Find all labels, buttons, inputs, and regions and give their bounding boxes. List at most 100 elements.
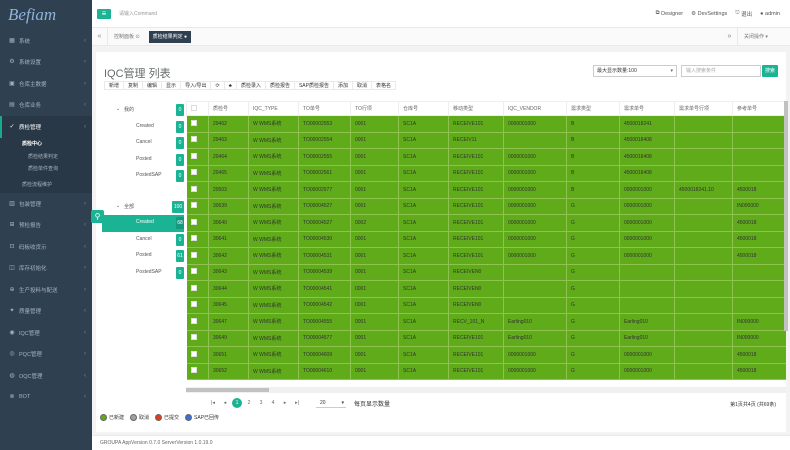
toolbar-button[interactable]: 添加 bbox=[332, 81, 353, 90]
sidebar-subitem[interactable]: 质检结果判定 bbox=[0, 150, 92, 163]
row-select-cell[interactable] bbox=[186, 330, 209, 347]
row-checkbox[interactable] bbox=[190, 152, 197, 159]
table-row[interactable]: 30642 W WMS系统 TO00004531 0001 SC1A RECEIVE101… bbox=[186, 247, 786, 265]
sidebar-item[interactable]: ◉ IQC管理 ‹ bbox=[0, 322, 92, 344]
expand-toggle-icon[interactable]: ⌄ bbox=[116, 203, 120, 209]
user-menu[interactable]: ● admin bbox=[760, 11, 780, 17]
tree-search-icon[interactable]: ⚲ bbox=[91, 210, 104, 223]
column-header[interactable]: 质检号 bbox=[208, 101, 249, 116]
sidebar-item[interactable]: ◍ OQC管理 ‹ bbox=[0, 365, 92, 387]
column-header[interactable]: 参考单号 bbox=[732, 101, 786, 116]
row-select-cell[interactable] bbox=[186, 346, 209, 364]
row-select-cell[interactable] bbox=[186, 115, 209, 133]
tree-node[interactable]: PostedSAP 0 bbox=[102, 265, 184, 282]
column-header[interactable]: IQC_VENDOR bbox=[503, 101, 567, 116]
row-select-cell[interactable] bbox=[186, 148, 209, 166]
toolbar-button[interactable]: 复制 bbox=[123, 81, 144, 90]
sidebar-item[interactable]: ⊞ 预检报告 ‹ bbox=[0, 215, 92, 237]
table-row[interactable]: 30652 W WMS系统 TO00004610 0001 SC1A RECEIVE101… bbox=[186, 363, 786, 380]
table-row[interactable]: 30641 W WMS系统 TO00004530 0001 SC1A RECEIVE101… bbox=[186, 231, 786, 248]
row-select-cell[interactable] bbox=[186, 247, 209, 265]
logout-link[interactable]: ⎋ 退出 bbox=[735, 10, 752, 18]
table-row[interactable]: 29463 W WMS系统 TO00002554 0001 SC1A RECEIV11 B 4… bbox=[186, 132, 786, 149]
tab-dashboard[interactable]: 控制面板 ⊙ bbox=[108, 28, 146, 46]
vertical-scrollbar[interactable] bbox=[784, 101, 788, 331]
toolbar-button[interactable]: 质检录入 bbox=[235, 81, 266, 90]
row-checkbox[interactable] bbox=[190, 218, 197, 225]
tree-node[interactable]: Posted 0 bbox=[102, 152, 184, 169]
toolbar-button[interactable]: 取消 bbox=[352, 81, 373, 90]
command-search-input[interactable]: 请输入Command bbox=[119, 10, 239, 17]
menu-toggle-button[interactable]: ≡ bbox=[97, 8, 111, 19]
row-select-cell[interactable] bbox=[186, 165, 209, 182]
devsettings-link[interactable]: ⚙ DevSettings bbox=[691, 11, 727, 17]
row-checkbox[interactable] bbox=[190, 301, 197, 308]
close-ops-dropdown[interactable]: 关闭操作 ▾ bbox=[738, 28, 790, 46]
tree-group[interactable]: ⌄ 全部 100 bbox=[102, 199, 184, 216]
tab-scroll-left-button[interactable]: « bbox=[92, 27, 108, 46]
toolbar-button[interactable]: 表格名 bbox=[371, 81, 397, 90]
column-header[interactable]: 需求单号 bbox=[619, 101, 675, 116]
sidebar-item[interactable]: ✦ 质量管理 ‹ bbox=[0, 301, 92, 323]
sidebar-item[interactable]: ✓ 质检管理 ‹ bbox=[0, 116, 92, 138]
row-select-cell[interactable] bbox=[186, 181, 209, 199]
table-row[interactable]: 30647 W WMS系统 TO00004555 0001 SC1A RECV_101_N… bbox=[186, 313, 786, 331]
column-header[interactable]: 仓库号 bbox=[398, 101, 449, 116]
column-header[interactable]: TO行项 bbox=[350, 101, 399, 116]
page-number-button[interactable]: 4 bbox=[268, 398, 278, 408]
tab-scroll-right-button[interactable]: » bbox=[722, 27, 738, 46]
column-header[interactable]: 需求单号行项 bbox=[674, 101, 733, 116]
row-checkbox[interactable] bbox=[190, 169, 197, 176]
search-input[interactable]: 输入搜索条件 bbox=[681, 65, 761, 77]
page-number-button[interactable]: 1 bbox=[232, 398, 242, 408]
table-row[interactable]: 30640 W WMS系统 TO00004527 0002 SC1A RECEIVE101… bbox=[186, 214, 786, 232]
table-row[interactable]: 30644 W WMS系统 TO00004541 0001 SC1A RECEIVEN0 G bbox=[186, 280, 786, 298]
horizontal-scrollbar[interactable] bbox=[186, 387, 786, 393]
row-checkbox[interactable] bbox=[190, 202, 197, 209]
row-checkbox[interactable] bbox=[190, 235, 197, 242]
sidebar-item[interactable]: ⊕ 生产投料与配送 ‹ bbox=[0, 279, 92, 301]
row-checkbox[interactable] bbox=[190, 119, 197, 126]
search-button[interactable]: 搜索 bbox=[762, 65, 778, 77]
row-checkbox[interactable] bbox=[190, 350, 197, 357]
column-header[interactable]: IQC_TYPE bbox=[248, 101, 299, 116]
row-checkbox[interactable] bbox=[190, 136, 197, 143]
row-select-cell[interactable] bbox=[186, 198, 209, 215]
sidebar-item[interactable]: ◎ PQC管理 ‹ bbox=[0, 344, 92, 366]
row-select-cell[interactable] bbox=[186, 231, 209, 248]
row-checkbox[interactable] bbox=[190, 185, 197, 192]
row-checkbox[interactable] bbox=[190, 367, 197, 374]
toolbar-button[interactable]: 显示 bbox=[161, 81, 182, 90]
prev-page-button[interactable]: ◂ bbox=[220, 398, 230, 408]
row-checkbox[interactable] bbox=[190, 284, 197, 291]
sidebar-subitem[interactable]: 质检流程维护 bbox=[0, 175, 92, 193]
tree-node[interactable]: Posted 61 bbox=[102, 248, 184, 265]
tree-node[interactable]: Created 68 bbox=[102, 215, 184, 232]
next-page-button[interactable]: ▸ bbox=[280, 398, 290, 408]
expand-toggle-icon[interactable]: ⌄ bbox=[116, 106, 120, 112]
sidebar-item[interactable]: ▤ 仓库业务 ‹ bbox=[0, 95, 92, 117]
column-header[interactable]: TO单号 bbox=[298, 101, 351, 116]
toolbar-button[interactable]: ⟳ bbox=[210, 81, 225, 90]
tree-node[interactable]: Created 0 bbox=[102, 119, 184, 136]
page-number-button[interactable]: 2 bbox=[244, 398, 254, 408]
sidebar-subitem[interactable]: 质检中心 bbox=[0, 137, 92, 150]
tree-group[interactable]: ⌄ 我的 0 bbox=[102, 102, 184, 119]
row-select-cell[interactable] bbox=[186, 214, 209, 232]
table-row[interactable]: 29464 W WMS系统 TO00002555 0001 SC1A RECEIVE101… bbox=[186, 148, 786, 166]
row-checkbox[interactable] bbox=[190, 334, 197, 341]
row-select-cell[interactable] bbox=[186, 297, 209, 314]
table-row[interactable]: 29465 W WMS系统 TO00002561 0001 SC1A RECEIVE101… bbox=[186, 165, 786, 182]
table-row[interactable]: 30639 W WMS系统 TO00004527 0001 SC1A RECEIVE101… bbox=[186, 198, 786, 215]
first-page-button[interactable]: |◂ bbox=[208, 398, 218, 408]
table-row[interactable]: 30643 W WMS系统 TO00004539 0001 SC1A RECEIVEN0 G bbox=[186, 264, 786, 281]
table-row[interactable]: 30649 W WMS系统 TO00004577 0001 SC1A RECEIVE101… bbox=[186, 330, 786, 347]
sidebar-item[interactable]: ⊗ BOT ‹ bbox=[0, 387, 92, 409]
row-select-cell[interactable] bbox=[186, 132, 209, 149]
sidebar-item[interactable]: ⚙ 系统设置 ‹ bbox=[0, 52, 92, 74]
toolbar-button[interactable]: 编辑 bbox=[142, 81, 163, 90]
toolbar-button[interactable]: 新增 bbox=[104, 81, 125, 90]
table-row[interactable]: 29462 W WMS系统 TO00002553 0001 SC1A RECEIVE101… bbox=[186, 115, 786, 133]
tree-node[interactable]: Cancel 0 bbox=[102, 232, 184, 249]
select-all-header[interactable] bbox=[186, 101, 209, 116]
